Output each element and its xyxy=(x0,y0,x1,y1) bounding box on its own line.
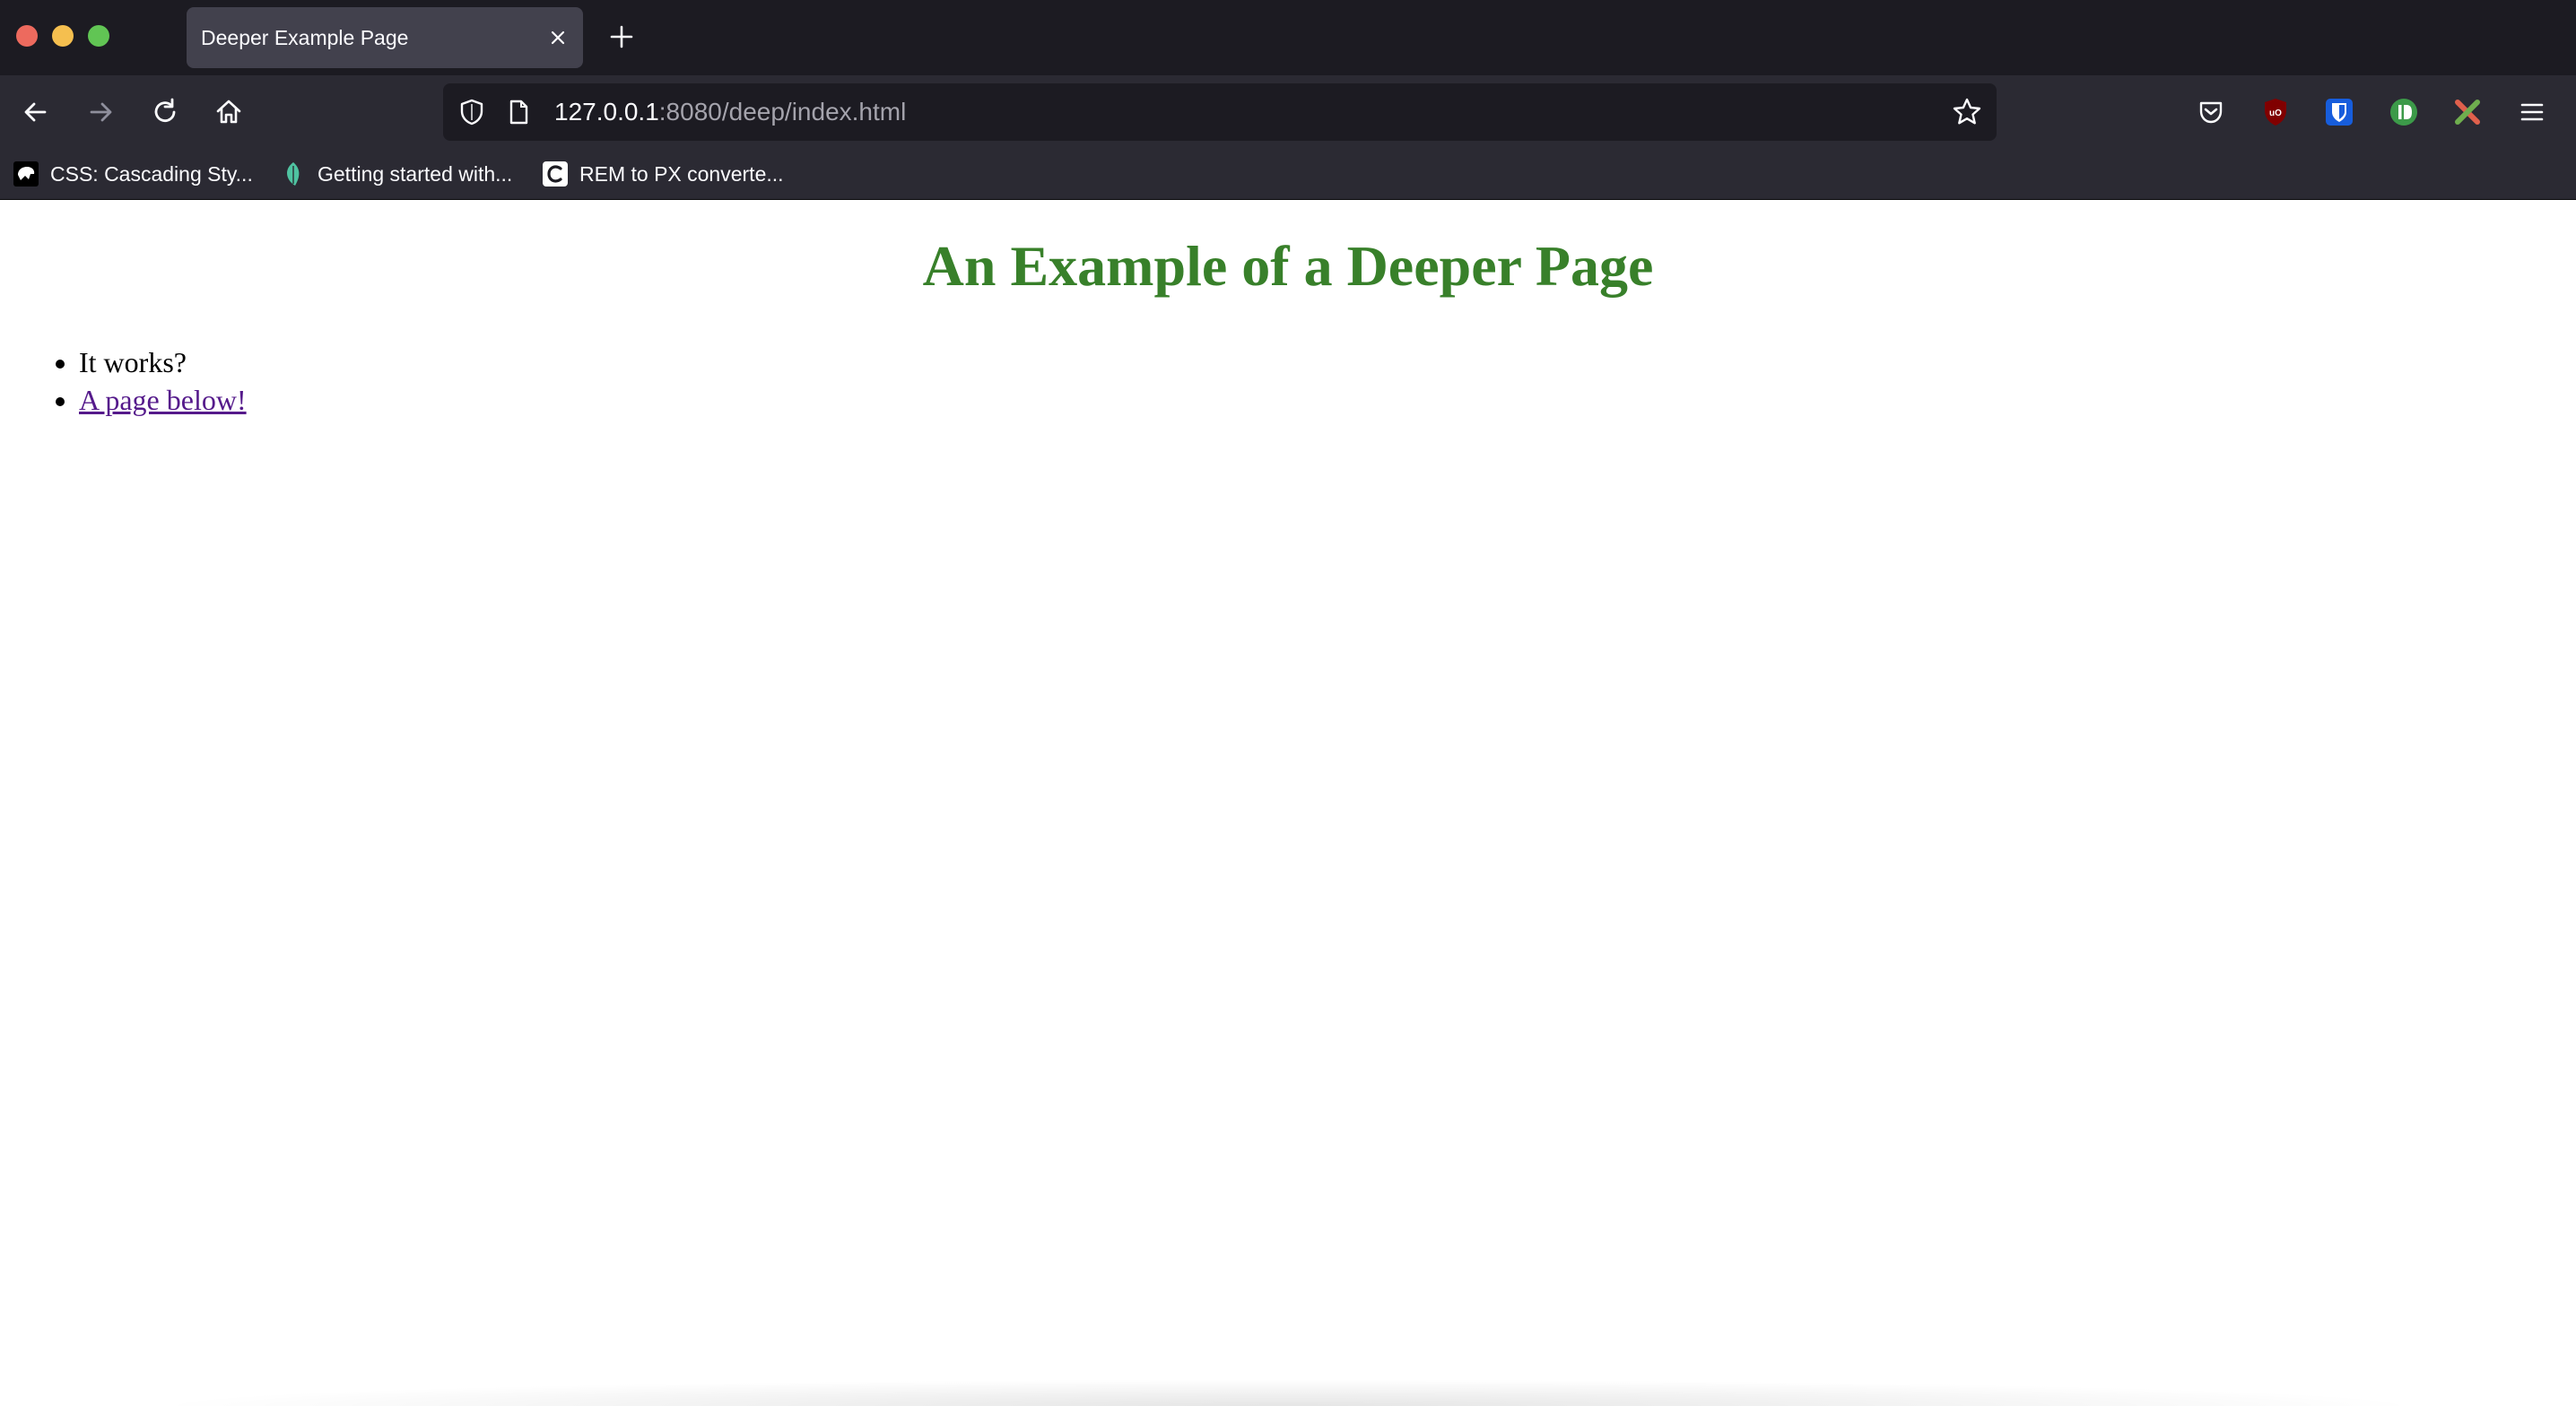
tab-active[interactable]: Deeper Example Page xyxy=(187,7,583,68)
window-maximize-button[interactable] xyxy=(88,25,109,47)
bookmark-label: REM to PX converte... xyxy=(579,161,784,186)
bookmark-item-getting-started[interactable]: Getting started with... xyxy=(280,149,512,199)
list-item: A page below! xyxy=(79,381,247,419)
mdn-icon xyxy=(13,161,39,187)
page-list: It works? A page below! xyxy=(79,343,247,419)
bottom-shadow xyxy=(144,1379,2432,1406)
list-item: It works? xyxy=(79,343,247,381)
extension-x-icon[interactable] xyxy=(2450,95,2485,129)
page-below-link[interactable]: A page below! xyxy=(79,384,247,416)
url-text[interactable]: 127.0.0.1:8080/deep/index.html xyxy=(554,83,906,141)
bitwarden-icon[interactable] xyxy=(2322,95,2356,129)
window-close-button[interactable] xyxy=(16,25,38,47)
pocket-icon[interactable] xyxy=(2194,95,2228,129)
bookmark-label: Getting started with... xyxy=(318,161,513,186)
close-icon[interactable] xyxy=(545,25,570,50)
tab-title: Deeper Example Page xyxy=(201,26,409,49)
bookmark-item-css[interactable]: CSS: Cascading Sty... xyxy=(13,149,253,199)
bookmark-star-icon[interactable] xyxy=(1950,95,1984,129)
svg-text:uO: uO xyxy=(2269,108,2282,118)
bookmark-item-rem-to-px[interactable]: REM to PX converte... xyxy=(542,149,784,199)
hamburger-menu-icon[interactable] xyxy=(2515,95,2549,129)
browser-window: Deeper Example Page 127.0.0.1:8080/deep/… xyxy=(0,0,2576,1406)
bookmarks-toolbar: CSS: Cascading Sty... Getting started wi… xyxy=(0,149,2576,200)
back-arrow-icon[interactable] xyxy=(18,94,54,130)
page-info-icon[interactable] xyxy=(502,96,535,128)
bookmark-c-icon xyxy=(543,161,568,187)
navigation-toolbar: 127.0.0.1:8080/deep/index.html uO xyxy=(0,75,2576,149)
bookmark-label: CSS: Cascading Sty... xyxy=(50,161,253,186)
tracking-protection-shield-icon[interactable] xyxy=(456,96,488,128)
url-host: 127.0.0.1 xyxy=(554,98,659,126)
list-item-text: It works? xyxy=(79,346,187,378)
tab-strip: Deeper Example Page xyxy=(0,0,2576,75)
page-content: An Example of a Deeper Page It works? A … xyxy=(0,200,2576,1406)
bookmark-leaf-icon xyxy=(287,162,300,186)
reload-icon[interactable] xyxy=(147,94,183,130)
url-path: :8080/deep/index.html xyxy=(658,98,907,126)
ublock-origin-icon[interactable]: uO xyxy=(2258,95,2293,129)
home-icon[interactable] xyxy=(211,94,247,130)
address-bar[interactable]: 127.0.0.1:8080/deep/index.html xyxy=(443,83,1997,141)
window-minimize-button[interactable] xyxy=(52,25,74,47)
new-tab-plus-icon[interactable] xyxy=(606,22,637,52)
forward-arrow-icon[interactable] xyxy=(83,94,118,130)
extension-green-icon[interactable] xyxy=(2387,95,2421,129)
page-title: An Example of a Deeper Page xyxy=(922,234,1654,298)
